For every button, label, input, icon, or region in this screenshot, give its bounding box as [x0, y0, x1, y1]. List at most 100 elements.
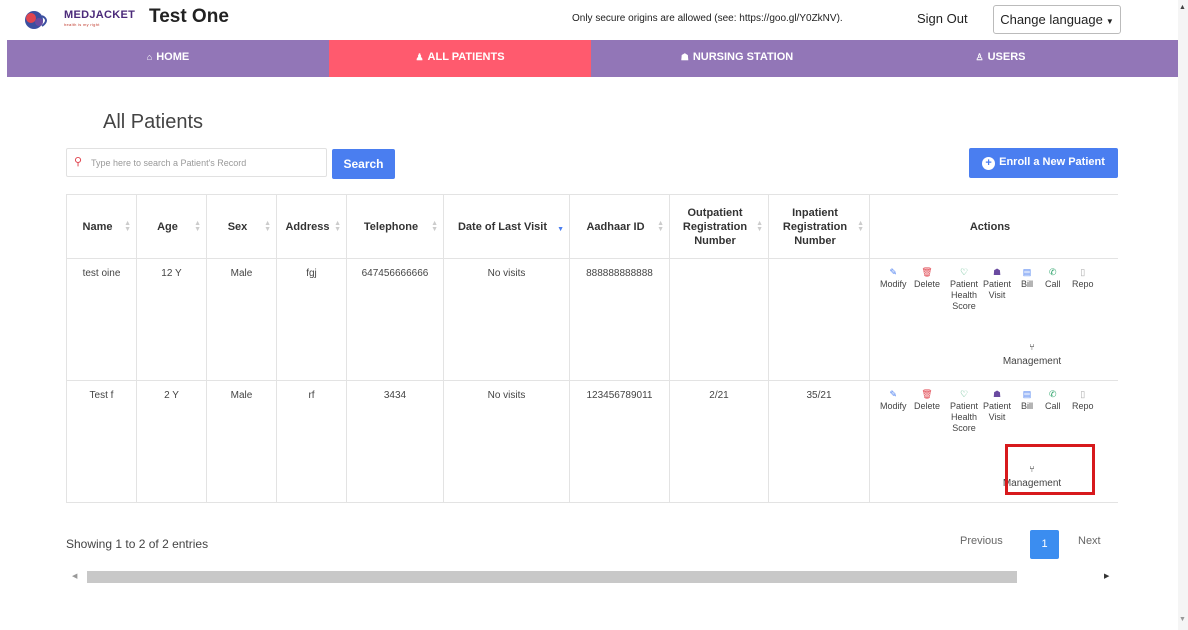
- pagination-page-1[interactable]: 1: [1030, 530, 1059, 559]
- caret-down-icon: ▼: [1105, 17, 1114, 26]
- column-header-sex[interactable]: Sex ▲ ▼: [206, 194, 277, 259]
- page-vertical-scrollbar[interactable]: ▲ ▼: [1178, 0, 1188, 630]
- action-label: Patient Visit: [982, 279, 1012, 300]
- entries-info: Showing 1 to 2 of 2 entries: [66, 537, 209, 551]
- sort-icon: ▲ ▼: [264, 220, 271, 233]
- report-icon: ▯: [1080, 389, 1086, 399]
- patients-table-container: Name ▲ ▼ Age ▲ ▼ Sex ▲ ▼ Address ▲ ▼ Telephone ▲ ▼…: [66, 194, 1118, 503]
- column-header-label: Telephone: [363, 220, 419, 233]
- report-action[interactable]: ▯ Repo: [1072, 267, 1094, 290]
- bill-action[interactable]: ▤ Bill: [1021, 389, 1033, 412]
- sign-out-link[interactable]: Sign Out: [917, 11, 968, 26]
- scrollbar-thumb[interactable]: [87, 571, 1017, 583]
- patients-table: Name ▲ ▼ Age ▲ ▼ Sex ▲ ▼ Address ▲ ▼ Telephone ▲ ▼…: [66, 194, 1118, 503]
- stethoscope-icon: ♡: [959, 267, 969, 277]
- column-header-outpatient-registration[interactable]: Outpatient Registration Number ▲ ▼: [669, 194, 769, 259]
- modify-action[interactable]: ✎ Modify: [880, 389, 907, 412]
- management-action[interactable]: ⑂ Management: [995, 464, 1069, 489]
- action-label: Delete: [914, 401, 941, 411]
- delete-action[interactable]: 🗑 Delete: [914, 389, 940, 412]
- pagination-next[interactable]: Next: [1078, 535, 1101, 547]
- cell-outpatient: [669, 258, 769, 381]
- nav-item-all-patients[interactable]: ♟ ALL PATIENTS: [329, 40, 591, 77]
- cell-age: 2 Y: [136, 380, 207, 503]
- search-input[interactable]: [91, 154, 321, 172]
- column-header-age[interactable]: Age ▲ ▼: [136, 194, 207, 259]
- call-action[interactable]: ✆ Call: [1045, 389, 1061, 412]
- search-button[interactable]: Search: [332, 149, 395, 179]
- cell-actions: ✎ Modify 🗑 Delete ♡ Patient Health Score ☗ P…: [869, 380, 1118, 503]
- nav-item-users[interactable]: ♙ USERS: [883, 40, 1118, 77]
- column-header-telephone[interactable]: Telephone ▲ ▼: [346, 194, 444, 259]
- user-icon: ♙: [975, 52, 984, 62]
- column-header-label: Date of Last Visit: [457, 220, 548, 233]
- patient-visit-action[interactable]: ☗ Patient Visit: [982, 267, 1012, 301]
- bill-action[interactable]: ▤ Bill: [1021, 267, 1033, 290]
- table-row: test oine 12 Y Male fgj 647456666666 No …: [66, 258, 1118, 381]
- column-header-label: Inpatient Registration Number: [782, 206, 848, 247]
- sort-icon: ▲ ▼: [756, 220, 763, 233]
- scroll-right-icon[interactable]: ▶: [1104, 572, 1109, 580]
- column-header-aadhaar-id[interactable]: Aadhaar ID ▲ ▼: [569, 194, 670, 259]
- scroll-up-icon[interactable]: ▲: [1179, 4, 1186, 11]
- app-title: Test One: [149, 6, 229, 27]
- sort-icon: ▲ ▼: [194, 220, 201, 233]
- column-header-label: Name: [82, 220, 113, 233]
- brand-name: MEDJACKET: [64, 9, 136, 21]
- health-score-action[interactable]: ♡ Patient Health Score: [944, 389, 984, 434]
- action-label: Delete: [914, 279, 941, 289]
- cell-telephone: 647456666666: [346, 258, 444, 381]
- nav-item-home[interactable]: ⌂ HOME: [7, 40, 329, 77]
- action-label: Management: [1002, 478, 1062, 489]
- column-header-address[interactable]: Address ▲ ▼: [276, 194, 347, 259]
- cell-outpatient: 2/21: [669, 380, 769, 503]
- cell-last-visit: No visits: [443, 258, 570, 381]
- bill-icon: ▤: [1022, 267, 1032, 277]
- column-header-label: Age: [157, 220, 178, 233]
- page-title: All Patients: [103, 111, 204, 133]
- scroll-left-icon[interactable]: ◀: [72, 572, 77, 580]
- nav-item-nursing-station[interactable]: ☗ NURSING STATION: [591, 40, 883, 77]
- column-header-name[interactable]: Name ▲ ▼: [66, 194, 137, 259]
- edit-icon: ✎: [889, 389, 898, 399]
- column-header-inpatient-registration[interactable]: Inpatient Registration Number ▲ ▼: [768, 194, 870, 259]
- sort-icon: ▲ ▼: [431, 220, 438, 233]
- report-action[interactable]: ▯ Repo: [1072, 389, 1094, 412]
- delete-action[interactable]: 🗑 Delete: [914, 267, 940, 290]
- home-icon: ⌂: [146, 52, 153, 62]
- edit-icon: ✎: [889, 267, 898, 277]
- cell-inpatient: 35/21: [768, 380, 870, 503]
- medjacket-logo-icon: [25, 11, 47, 29]
- column-header-label: Actions: [969, 220, 1011, 233]
- cell-name: Test f: [66, 380, 137, 503]
- change-language-label: Change language: [1000, 12, 1103, 27]
- cell-telephone: 3434: [346, 380, 444, 503]
- cell-aadhaar: 123456789011: [569, 380, 670, 503]
- column-header-actions: Actions: [869, 194, 1118, 259]
- patient-icon: ♟: [415, 52, 424, 62]
- cell-last-visit: No visits: [443, 380, 570, 503]
- cell-age: 12 Y: [136, 258, 207, 381]
- column-header-label: Sex: [227, 220, 248, 233]
- top-bar: MEDJACKET health is my right Test One On…: [0, 0, 1188, 40]
- table-horizontal-scrollbar[interactable]: ◀ ▶: [66, 570, 1118, 584]
- cell-address: rf: [276, 380, 347, 503]
- brand-logo: MEDJACKET health is my right: [64, 9, 135, 27]
- enroll-new-patient-button[interactable]: + Enroll a New Patient: [969, 148, 1118, 178]
- report-icon: ▯: [1080, 267, 1086, 277]
- call-action[interactable]: ✆ Call: [1045, 267, 1061, 290]
- modify-action[interactable]: ✎ Modify: [880, 267, 907, 290]
- change-language-button[interactable]: Change language ▼: [993, 5, 1121, 34]
- scroll-down-icon[interactable]: ▼: [1179, 616, 1186, 623]
- column-header-label: Address: [285, 220, 330, 233]
- health-score-action[interactable]: ♡ Patient Health Score: [944, 267, 984, 312]
- stethoscope-icon: ♡: [959, 389, 969, 399]
- cell-aadhaar: 888888888888: [569, 258, 670, 381]
- management-action[interactable]: ⑂ Management: [995, 342, 1069, 367]
- column-header-date-of-last-visit[interactable]: Date of Last Visit ▼: [443, 194, 570, 259]
- sort-icon: ▲ ▼: [334, 220, 341, 233]
- pagination-previous[interactable]: Previous: [960, 535, 1003, 547]
- cell-sex: Male: [206, 258, 277, 381]
- action-label: Management: [1002, 356, 1062, 367]
- patient-visit-action[interactable]: ☗ Patient Visit: [982, 389, 1012, 423]
